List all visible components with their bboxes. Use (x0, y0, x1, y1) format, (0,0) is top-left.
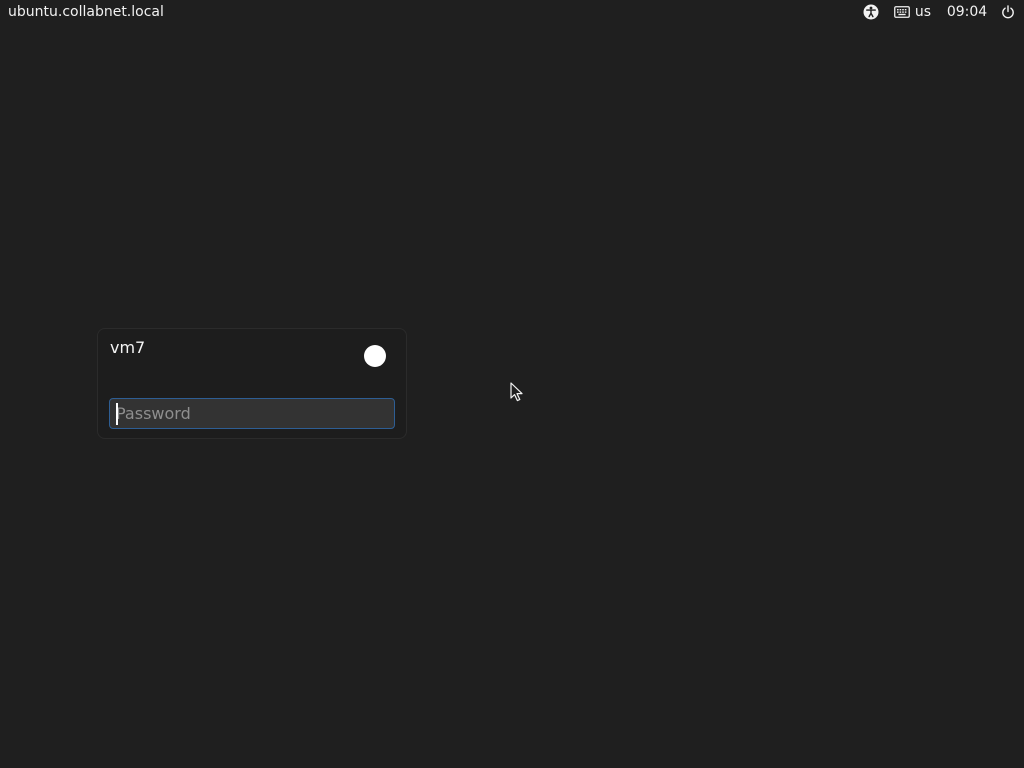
keyboard-layout-label[interactable]: us (914, 0, 932, 24)
keyboard-layout-button[interactable] (894, 0, 910, 24)
power-icon (1001, 5, 1015, 19)
login-card: vm7 (97, 328, 407, 439)
text-cursor (116, 403, 118, 425)
keyboard-icon (894, 6, 910, 18)
top-bar: ubuntu.collabnet.local us 09:04 (0, 0, 1024, 24)
clock[interactable]: 09:04 (947, 0, 987, 24)
password-input[interactable] (109, 398, 395, 429)
accessibility-menu-button[interactable] (862, 0, 880, 24)
login-screen: ubuntu.collabnet.local us 09:04 vm7 (0, 0, 1024, 768)
accessibility-icon (863, 4, 879, 20)
user-avatar (364, 345, 386, 367)
power-menu-button[interactable] (1000, 0, 1016, 24)
username-label: vm7 (110, 338, 146, 357)
hostname-label: ubuntu.collabnet.local (8, 4, 164, 20)
mouse-pointer-icon (510, 382, 524, 402)
